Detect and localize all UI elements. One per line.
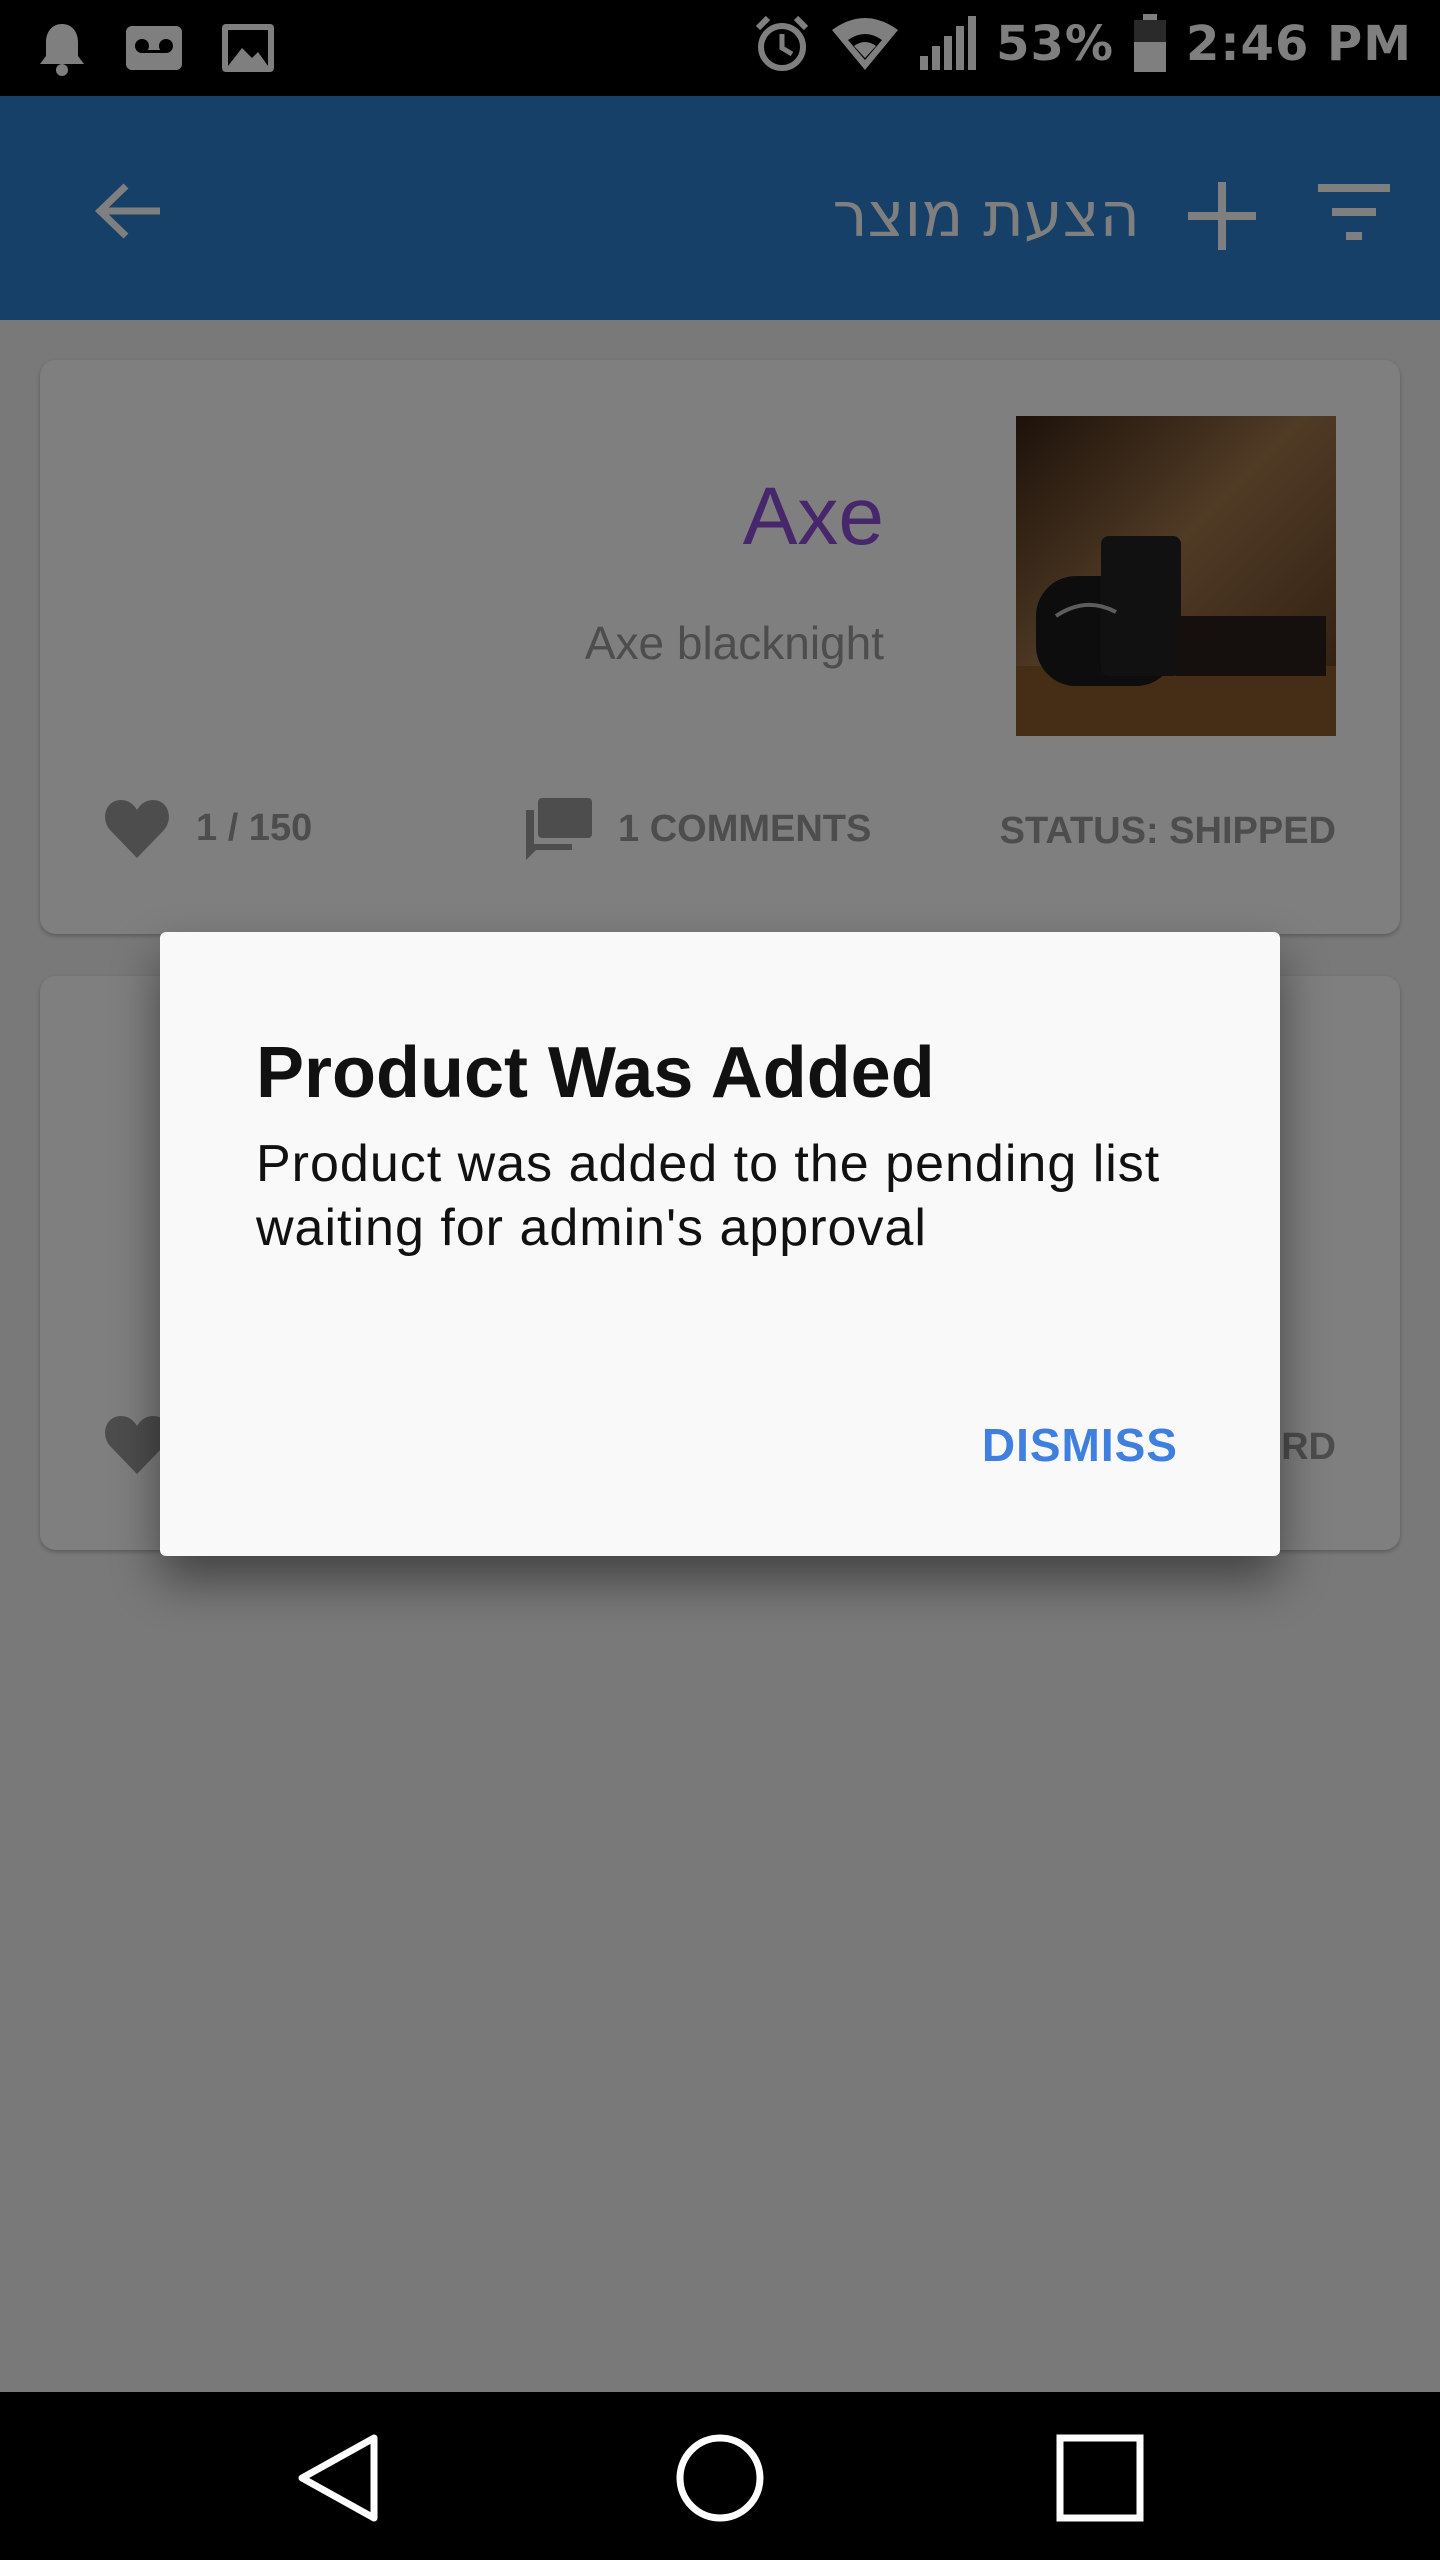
back-triangle-icon[interactable] [290, 2428, 390, 2528]
dialog-message: Product was added to the pending list wa… [256, 1135, 1161, 1257]
product-added-dialog: Product Was Added Product was added to t… [160, 932, 1280, 1556]
recents-square-icon[interactable] [1050, 2428, 1150, 2528]
dismiss-button[interactable]: DISMISS [982, 1418, 1178, 1472]
system-nav-bar [0, 2392, 1440, 2560]
dialog-title: Product Was Added [256, 1033, 935, 1113]
home-circle-icon[interactable] [670, 2428, 770, 2528]
